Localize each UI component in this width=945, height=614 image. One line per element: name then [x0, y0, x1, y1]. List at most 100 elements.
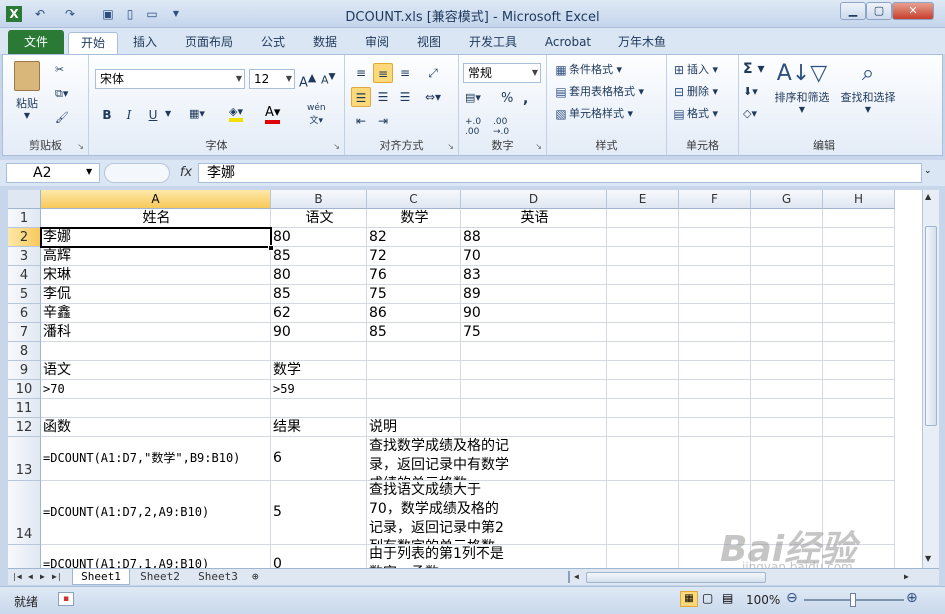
column-header-d[interactable]: D: [461, 190, 607, 209]
sheet-tab-sheet1[interactable]: Sheet1: [72, 569, 130, 585]
zoom-in-icon[interactable]: ⊕: [906, 590, 918, 606]
align-bottom-icon[interactable]: ≡: [395, 63, 415, 83]
cell-d11[interactable]: [461, 399, 607, 418]
zoom-level[interactable]: 100%: [746, 593, 780, 607]
row-header-13[interactable]: 13: [8, 437, 41, 481]
zoom-slider-thumb[interactable]: [850, 593, 856, 607]
cell-b7[interactable]: 90: [271, 323, 367, 342]
cell-g14[interactable]: [751, 481, 823, 545]
row-header-10[interactable]: 10: [8, 380, 41, 399]
cell-c14[interactable]: 查找语文成绩大于70，数学成绩及格的记录，返回记录中第2列有数字的单元格数: [367, 481, 511, 545]
tab-data[interactable]: 数据: [310, 32, 340, 54]
tab-page-layout[interactable]: 页面布局: [182, 32, 236, 54]
cell-h9[interactable]: [823, 361, 895, 380]
cell-g2[interactable]: [751, 228, 823, 247]
row-header-14[interactable]: 14: [8, 481, 41, 545]
chevron-down-icon[interactable]: ▼: [165, 109, 171, 118]
cell-a11[interactable]: [41, 399, 271, 418]
cell-c10[interactable]: [367, 380, 461, 399]
fill-handle[interactable]: [268, 245, 274, 251]
autosum-button[interactable]: Σ ▾: [743, 61, 764, 77]
row-header-8[interactable]: 8: [8, 342, 41, 361]
cell-a7[interactable]: 潘科: [41, 323, 271, 342]
cell-h3[interactable]: [823, 247, 895, 266]
cell-f10[interactable]: [679, 380, 751, 399]
insert-sheet-icon[interactable]: ⊕: [252, 569, 259, 585]
tab-review[interactable]: 审阅: [362, 32, 392, 54]
font-color-icon[interactable]: A▾: [265, 105, 281, 124]
italic-button[interactable]: I: [119, 105, 139, 125]
cell-c2[interactable]: 82: [367, 228, 461, 247]
close-button[interactable]: ✕: [892, 2, 934, 20]
increase-indent-icon[interactable]: ⇥: [373, 111, 393, 131]
copy-icon[interactable]: ⧉▾: [55, 87, 68, 101]
column-header-h[interactable]: H: [823, 190, 895, 209]
vertical-scroll-thumb[interactable]: [925, 226, 937, 426]
page-layout-view-icon[interactable]: ▢: [702, 591, 713, 605]
fill-icon[interactable]: ⬇▾: [743, 85, 758, 98]
cell-e11[interactable]: [607, 399, 679, 418]
cell-styles-button[interactable]: ▧ 单元格样式 ▾: [553, 105, 633, 122]
cell-g13[interactable]: [751, 437, 823, 481]
delete-cells-button[interactable]: ⊟ 删除 ▾: [671, 83, 718, 100]
cell-a1[interactable]: 姓名: [41, 209, 271, 228]
cell-b2[interactable]: 80: [271, 228, 367, 247]
cell-c7[interactable]: 85: [367, 323, 461, 342]
align-middle-icon[interactable]: ≡: [373, 63, 393, 83]
font-launcher-icon[interactable]: ↘: [333, 142, 340, 151]
name-box-dropdown-icon[interactable]: ▼: [86, 167, 92, 176]
maximize-button[interactable]: ▢: [866, 2, 892, 20]
cell-h7[interactable]: [823, 323, 895, 342]
tab-split-handle[interactable]: [568, 571, 570, 583]
select-all-button[interactable]: [8, 190, 41, 209]
cell-g5[interactable]: [751, 285, 823, 304]
cell-g10[interactable]: [751, 380, 823, 399]
cell-g12[interactable]: [751, 418, 823, 437]
cell-a9[interactable]: 语文: [41, 361, 271, 380]
next-sheet-icon[interactable]: ▶: [40, 569, 45, 585]
orientation-icon[interactable]: ⤢: [423, 63, 443, 83]
column-header-a[interactable]: A: [41, 190, 271, 209]
cell-a15[interactable]: =DCOUNT(A1:D7,1,A9:B10): [41, 545, 271, 568]
row-header-6[interactable]: 6: [8, 304, 41, 323]
cell-e7[interactable]: [607, 323, 679, 342]
cell-c5[interactable]: 75: [367, 285, 461, 304]
row-header-1[interactable]: 1: [8, 209, 41, 228]
format-cells-button[interactable]: ▤ 格式 ▾: [671, 105, 718, 122]
cell-c15[interactable]: 由于列表的第1列不是数字，函数: [367, 545, 511, 568]
cell-e4[interactable]: [607, 266, 679, 285]
cell-f14[interactable]: [679, 481, 751, 545]
cell-e13[interactable]: [607, 437, 679, 481]
cell-f15[interactable]: [679, 545, 751, 568]
cell-b3[interactable]: 85: [271, 247, 367, 266]
vertical-scrollbar[interactable]: ▲ ▼: [922, 190, 939, 568]
grow-font-icon[interactable]: A▲: [299, 71, 316, 90]
decrease-decimal-icon[interactable]: .00 →.0: [493, 117, 509, 137]
expand-formula-bar-icon[interactable]: ⌄: [924, 166, 932, 176]
cell-h15[interactable]: [823, 545, 895, 568]
cell-h12[interactable]: [823, 418, 895, 437]
cell-d8[interactable]: [461, 342, 607, 361]
tab-file[interactable]: 文件: [8, 30, 64, 54]
cell-b4[interactable]: 80: [271, 266, 367, 285]
cell-e6[interactable]: [607, 304, 679, 323]
cell-b10[interactable]: >59: [271, 380, 367, 399]
conditional-formatting-button[interactable]: ▦ 条件格式 ▾: [553, 61, 622, 78]
cell-g15[interactable]: [751, 545, 823, 568]
cell-c6[interactable]: 86: [367, 304, 461, 323]
cell-f2[interactable]: [679, 228, 751, 247]
scroll-left-icon[interactable]: ◀: [574, 569, 579, 585]
cell-c1[interactable]: 数学: [367, 209, 461, 228]
increase-decimal-icon[interactable]: +.0.00: [465, 117, 481, 137]
cell-b12[interactable]: 结果: [271, 418, 367, 437]
cell-h4[interactable]: [823, 266, 895, 285]
cell-b8[interactable]: [271, 342, 367, 361]
cell-e8[interactable]: [607, 342, 679, 361]
normal-view-icon[interactable]: ▦: [680, 591, 698, 607]
page-break-view-icon[interactable]: ▤: [722, 591, 733, 605]
align-top-icon[interactable]: ≡: [351, 63, 371, 83]
cell-c12[interactable]: 说明: [367, 418, 461, 437]
font-size-combo[interactable]: 12 ▼: [249, 69, 295, 89]
cell-g4[interactable]: [751, 266, 823, 285]
fill-color-icon[interactable]: ◈▾: [229, 105, 243, 122]
